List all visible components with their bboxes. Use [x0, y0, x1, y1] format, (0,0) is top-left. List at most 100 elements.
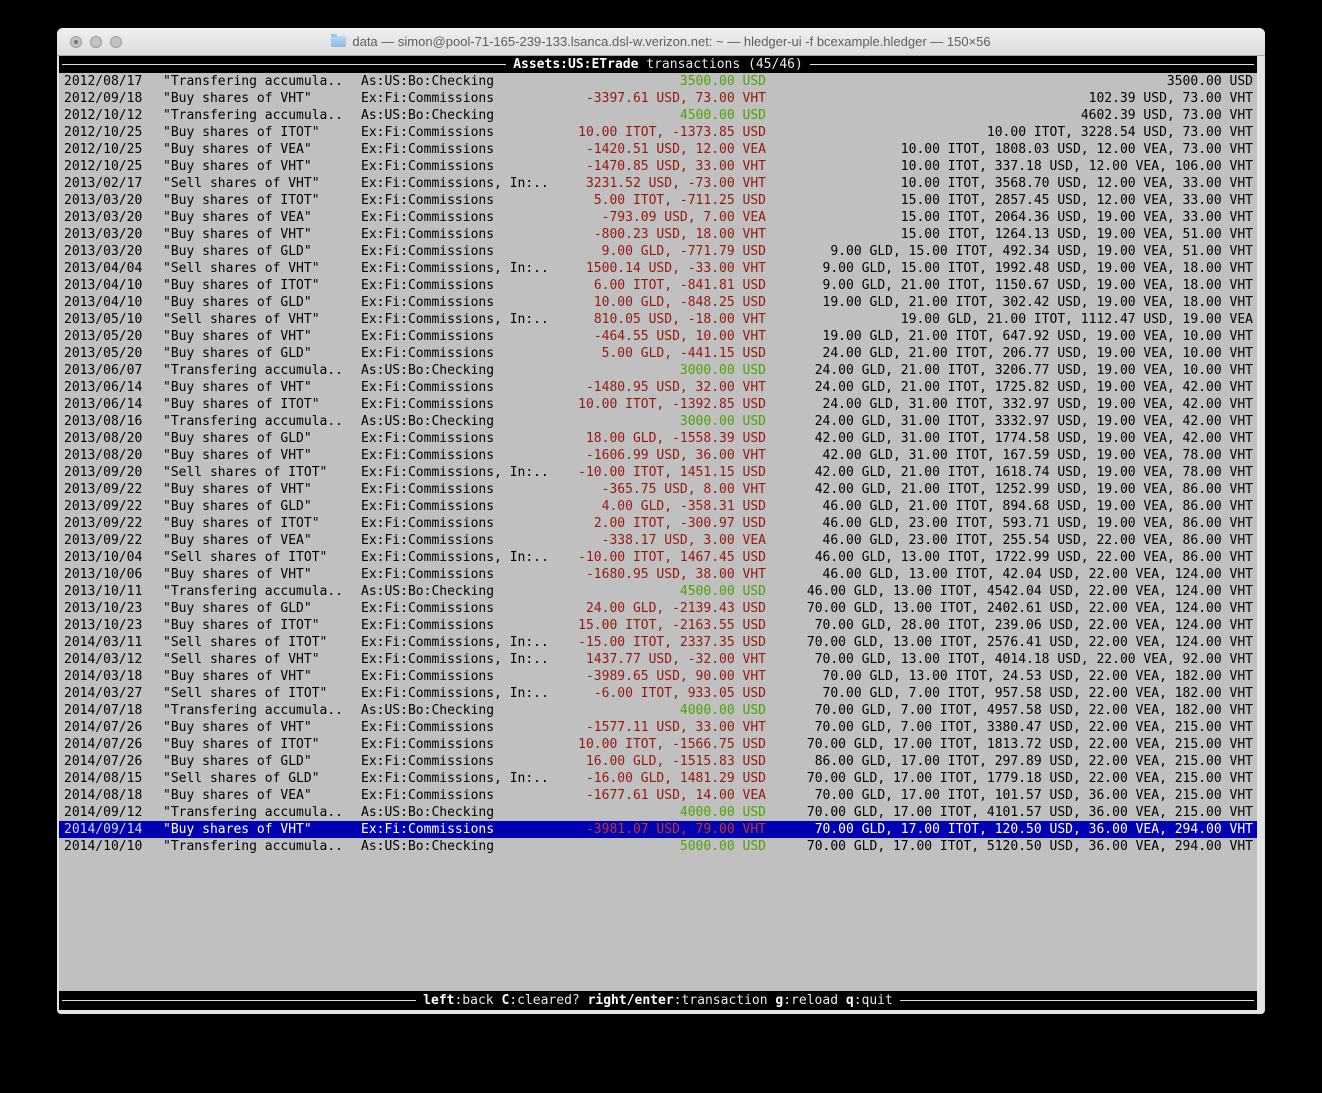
transaction-row[interactable]: 2013/05/20"Buy shares of GLD"Ex:Fi:Commi… — [59, 345, 1257, 362]
scrollbar-track[interactable] — [1257, 56, 1265, 1010]
txn-balance: 46.00 GLD, 13.00 ITOT, 1722.99 USD, 22.0… — [766, 549, 1257, 566]
transaction-row[interactable]: 2012/10/12"Transfering accumula..As:US:B… — [59, 107, 1257, 124]
transaction-row[interactable]: 2014/03/11"Sell shares of ITOT"Ex:Fi:Com… — [59, 634, 1257, 651]
txn-balance: 70.00 GLD, 17.00 ITOT, 1813.72 USD, 22.0… — [766, 736, 1257, 753]
transaction-row[interactable]: 2013/04/10"Buy shares of ITOT"Ex:Fi:Comm… — [59, 277, 1257, 294]
txn-amount: 3500.00 USD — [561, 73, 766, 90]
transaction-row[interactable]: 2014/03/27"Sell shares of ITOT"Ex:Fi:Com… — [59, 685, 1257, 702]
transaction-row[interactable]: 2014/08/18"Buy shares of VEA"Ex:Fi:Commi… — [59, 787, 1257, 804]
header-rule-left — [62, 64, 506, 65]
transaction-row[interactable]: 2013/03/20"Buy shares of VEA"Ex:Fi:Commi… — [59, 209, 1257, 226]
txn-account: As:US:Bo:Checking — [361, 702, 561, 719]
transaction-row[interactable]: 2012/09/18"Buy shares of VHT"Ex:Fi:Commi… — [59, 90, 1257, 107]
txn-amount: 10.00 ITOT, -1392.85 USD — [561, 396, 766, 413]
key-hint-action: :reload — [783, 993, 838, 1008]
terminal-window: data — simon@pool-71-165-239-133.lsanca.… — [57, 28, 1265, 1014]
txn-date: 2014/08/18 — [64, 787, 163, 804]
transaction-row[interactable]: 2013/10/04"Sell shares of ITOT"Ex:Fi:Com… — [59, 549, 1257, 566]
transaction-row[interactable]: 2013/08/20"Buy shares of VHT"Ex:Fi:Commi… — [59, 447, 1257, 464]
transaction-row[interactable]: 2013/10/11"Transfering accumula..As:US:B… — [59, 583, 1257, 600]
txn-balance: 70.00 GLD, 7.00 ITOT, 3380.47 USD, 22.00… — [766, 719, 1257, 736]
transaction-row[interactable]: 2013/08/20"Buy shares of GLD"Ex:Fi:Commi… — [59, 430, 1257, 447]
key-hint: C:cleared? — [501, 993, 579, 1008]
txn-description: "Buy shares of VHT" — [163, 566, 361, 583]
txn-description: "Transfering accumula.. — [163, 583, 361, 600]
transaction-row[interactable]: 2013/04/10"Buy shares of GLD"Ex:Fi:Commi… — [59, 294, 1257, 311]
transaction-row[interactable]: 2012/10/25"Buy shares of VHT"Ex:Fi:Commi… — [59, 158, 1257, 175]
transaction-row[interactable]: 2013/03/20"Buy shares of ITOT"Ex:Fi:Comm… — [59, 192, 1257, 209]
txn-account: Ex:Fi:Commissions — [361, 719, 561, 736]
txn-account: Ex:Fi:Commissions, In:.. — [361, 549, 561, 566]
txn-amount: -1677.61 USD, 14.00 VEA — [561, 787, 766, 804]
txn-date: 2014/03/12 — [64, 651, 163, 668]
txn-account: As:US:Bo:Checking — [361, 583, 561, 600]
txn-date: 2012/10/12 — [64, 107, 163, 124]
txn-date: 2013/09/20 — [64, 464, 163, 481]
txn-balance: 102.39 USD, 73.00 VHT — [766, 90, 1257, 107]
screen-header-title: Assets:US:ETrade transactions (45/46) — [509, 56, 807, 73]
txn-date: 2013/03/20 — [64, 243, 163, 260]
txn-description: "Buy shares of GLD" — [163, 430, 361, 447]
transaction-row[interactable]: 2014/07/26"Buy shares of GLD"Ex:Fi:Commi… — [59, 753, 1257, 770]
transaction-row[interactable]: 2013/03/20"Buy shares of GLD"Ex:Fi:Commi… — [59, 243, 1257, 260]
transaction-row[interactable]: 2014/09/12"Transfering accumula..As:US:B… — [59, 804, 1257, 821]
transaction-row[interactable]: 2014/09/14"Buy shares of VHT"Ex:Fi:Commi… — [59, 821, 1257, 838]
txn-amount: 24.00 GLD, -2139.43 USD — [561, 600, 766, 617]
txn-date: 2013/05/20 — [64, 345, 163, 362]
window-titlebar[interactable]: data — simon@pool-71-165-239-133.lsanca.… — [57, 28, 1265, 56]
txn-description: "Buy shares of ITOT" — [163, 617, 361, 634]
transaction-row[interactable]: 2013/09/22"Buy shares of VEA"Ex:Fi:Commi… — [59, 532, 1257, 549]
minimize-button[interactable] — [90, 36, 102, 48]
transaction-row[interactable]: 2014/03/18"Buy shares of VHT"Ex:Fi:Commi… — [59, 668, 1257, 685]
transaction-row[interactable]: 2014/07/18"Transfering accumula..As:US:B… — [59, 702, 1257, 719]
txn-amount: -1680.95 USD, 38.00 VHT — [561, 566, 766, 583]
transaction-row[interactable]: 2012/08/17"Transfering accumula..As:US:B… — [59, 73, 1257, 90]
transaction-row[interactable]: 2012/10/25"Buy shares of VEA"Ex:Fi:Commi… — [59, 141, 1257, 158]
transaction-row[interactable]: 2013/10/23"Buy shares of ITOT"Ex:Fi:Comm… — [59, 617, 1257, 634]
transaction-row[interactable]: 2014/08/15"Sell shares of GLD"Ex:Fi:Comm… — [59, 770, 1257, 787]
transaction-row[interactable]: 2013/02/17"Sell shares of VHT"Ex:Fi:Comm… — [59, 175, 1257, 192]
transaction-row[interactable]: 2013/06/07"Transfering accumula..As:US:B… — [59, 362, 1257, 379]
transaction-row[interactable]: 2013/06/14"Buy shares of VHT"Ex:Fi:Commi… — [59, 379, 1257, 396]
close-button[interactable] — [70, 36, 82, 48]
transaction-row[interactable]: 2013/06/14"Buy shares of ITOT"Ex:Fi:Comm… — [59, 396, 1257, 413]
transaction-row[interactable]: 2013/09/22"Buy shares of ITOT"Ex:Fi:Comm… — [59, 515, 1257, 532]
txn-amount: -1470.85 USD, 33.00 VHT — [561, 158, 766, 175]
transaction-row[interactable]: 2013/09/20"Sell shares of ITOT"Ex:Fi:Com… — [59, 464, 1257, 481]
txn-amount: 5000.00 USD — [561, 838, 766, 855]
transaction-row[interactable]: 2013/09/22"Buy shares of VHT"Ex:Fi:Commi… — [59, 481, 1257, 498]
txn-account: Ex:Fi:Commissions, In:.. — [361, 311, 561, 328]
txn-account: Ex:Fi:Commissions — [361, 566, 561, 583]
txn-description: "Sell shares of ITOT" — [163, 685, 361, 702]
txn-account: Ex:Fi:Commissions, In:.. — [361, 464, 561, 481]
txn-balance: 10.00 ITOT, 1808.03 USD, 12.00 VEA, 73.0… — [766, 141, 1257, 158]
txn-description: "Buy shares of VHT" — [163, 90, 361, 107]
txn-balance: 9.00 GLD, 15.00 ITOT, 1992.48 USD, 19.00… — [766, 260, 1257, 277]
transaction-row[interactable]: 2014/07/26"Buy shares of ITOT"Ex:Fi:Comm… — [59, 736, 1257, 753]
txn-account: Ex:Fi:Commissions — [361, 600, 561, 617]
txn-account: Ex:Fi:Commissions — [361, 209, 561, 226]
txn-balance: 19.00 GLD, 21.00 ITOT, 1112.47 USD, 19.0… — [766, 311, 1257, 328]
window-title: data — simon@pool-71-165-239-133.lsanca.… — [331, 34, 990, 49]
transaction-row[interactable]: 2012/10/25"Buy shares of ITOT"Ex:Fi:Comm… — [59, 124, 1257, 141]
txn-description: "Sell shares of ITOT" — [163, 634, 361, 651]
transaction-row[interactable]: 2013/09/22"Buy shares of GLD"Ex:Fi:Commi… — [59, 498, 1257, 515]
transaction-row[interactable]: 2013/10/06"Buy shares of VHT"Ex:Fi:Commi… — [59, 566, 1257, 583]
transaction-row[interactable]: 2013/10/23"Buy shares of GLD"Ex:Fi:Commi… — [59, 600, 1257, 617]
zoom-button[interactable] — [110, 36, 122, 48]
txn-amount: -464.55 USD, 10.00 VHT — [561, 328, 766, 345]
txn-description: "Sell shares of ITOT" — [163, 464, 361, 481]
transaction-row[interactable]: 2014/07/26"Buy shares of VHT"Ex:Fi:Commi… — [59, 719, 1257, 736]
transaction-row[interactable]: 2013/08/16"Transfering accumula..As:US:B… — [59, 413, 1257, 430]
txn-amount: 810.05 USD, -18.00 VHT — [561, 311, 766, 328]
txn-balance: 70.00 GLD, 17.00 ITOT, 4101.57 USD, 36.0… — [766, 804, 1257, 821]
txn-amount: 4.00 GLD, -358.31 USD — [561, 498, 766, 515]
txn-date: 2012/10/25 — [64, 141, 163, 158]
transaction-row[interactable]: 2014/03/12"Sell shares of VHT"Ex:Fi:Comm… — [59, 651, 1257, 668]
transaction-row[interactable]: 2013/05/10"Sell shares of VHT"Ex:Fi:Comm… — [59, 311, 1257, 328]
transaction-row[interactable]: 2013/05/20"Buy shares of VHT"Ex:Fi:Commi… — [59, 328, 1257, 345]
transaction-row[interactable]: 2013/04/04"Sell shares of VHT"Ex:Fi:Comm… — [59, 260, 1257, 277]
transaction-row[interactable]: 2013/03/20"Buy shares of VHT"Ex:Fi:Commi… — [59, 226, 1257, 243]
txn-description: "Transfering accumula.. — [163, 702, 361, 719]
transaction-row[interactable]: 2014/10/10"Transfering accumula..As:US:B… — [59, 838, 1257, 855]
